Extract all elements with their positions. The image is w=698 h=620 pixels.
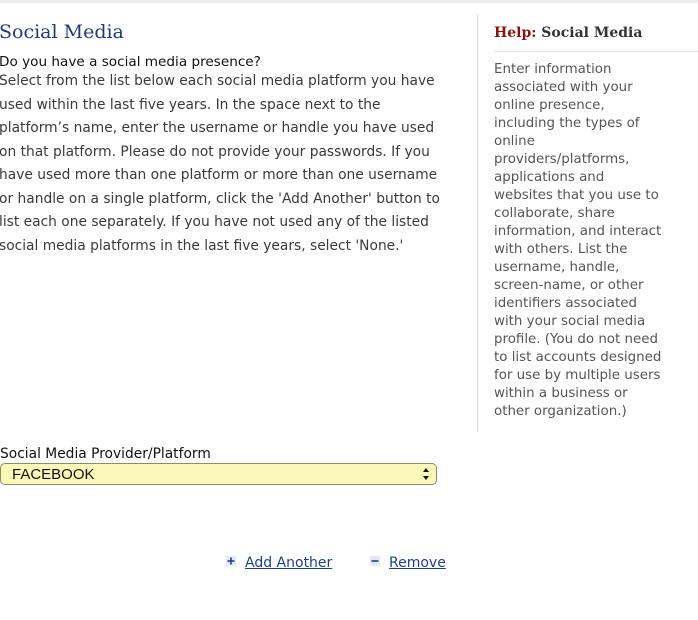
social-media-page: Social Media Do you have a social media …	[0, 0, 698, 620]
section-title: Social Media	[0, 21, 124, 43]
remove-button[interactable]: Remove	[370, 555, 446, 571]
instructions-line: list each one separately. If you have no…	[0, 214, 429, 230]
help-line: username, handle,	[494, 260, 620, 275]
add-another-link[interactable]: Add Another	[245, 555, 332, 571]
instructions-line: Select from the list below each social m…	[0, 73, 435, 89]
help-line: for use by multiple users	[494, 368, 661, 383]
add-another-button[interactable]: Add Another	[226, 555, 332, 571]
remove-link[interactable]: Remove	[389, 555, 446, 571]
help-line: websites that you use to	[494, 188, 659, 203]
help-line: within a business or	[494, 386, 628, 401]
instructions-text: Select from the list below each social m…	[0, 70, 469, 258]
help-topic: Social Media	[541, 25, 643, 41]
instructions-line: social media platforms in the last five …	[0, 237, 404, 254]
help-line: screen-name, or other	[494, 278, 644, 293]
instructions-line: platform’s name, enter the username or h…	[0, 120, 435, 136]
help-line: identifiers associated	[494, 296, 637, 311]
help-line: collaborate, share	[494, 206, 615, 221]
help-divider	[494, 51, 698, 52]
platform-select-value: FACEBOOK	[12, 466, 95, 483]
help-panel: Help: Social Media Enter information ass…	[477, 14, 698, 432]
help-line: online	[494, 134, 535, 149]
chevron-up-down-icon	[423, 468, 429, 480]
help-line: Enter information	[494, 62, 612, 77]
help-line: online presence,	[494, 98, 605, 113]
instructions-line: or handle on a single platform, click th…	[0, 190, 440, 207]
top-divider	[0, 0, 698, 3]
platform-select[interactable]: FACEBOOK	[0, 463, 437, 485]
help-line: providers/platforms,	[494, 152, 630, 167]
help-header: Help: Social Media	[494, 25, 642, 41]
help-line: information, and interact	[494, 224, 662, 239]
minus-icon	[370, 556, 380, 566]
plus-icon	[226, 556, 236, 566]
instructions-line: have used more than one platform or more…	[0, 167, 438, 183]
help-line: other organization.)	[494, 404, 627, 419]
instructions-line: on that platform. Please do not provide …	[0, 143, 430, 160]
help-line: to list accounts designed	[494, 350, 662, 365]
help-body-text: Enter information associated with your o…	[494, 61, 694, 421]
help-label: Help:	[494, 25, 537, 41]
question-text: Do you have a social media presence?	[0, 54, 261, 70]
platform-field-label: Social Media Provider/Platform	[0, 446, 211, 462]
help-line: applications and	[494, 170, 605, 185]
help-line: profile. (You do not need	[494, 332, 658, 347]
help-line: with your social media	[494, 314, 646, 329]
help-line: associated with your	[494, 80, 633, 95]
help-line: including the types of	[494, 116, 640, 131]
help-line: with others. List the	[494, 242, 628, 257]
instructions-line: used within the last five years. In the …	[0, 96, 381, 113]
